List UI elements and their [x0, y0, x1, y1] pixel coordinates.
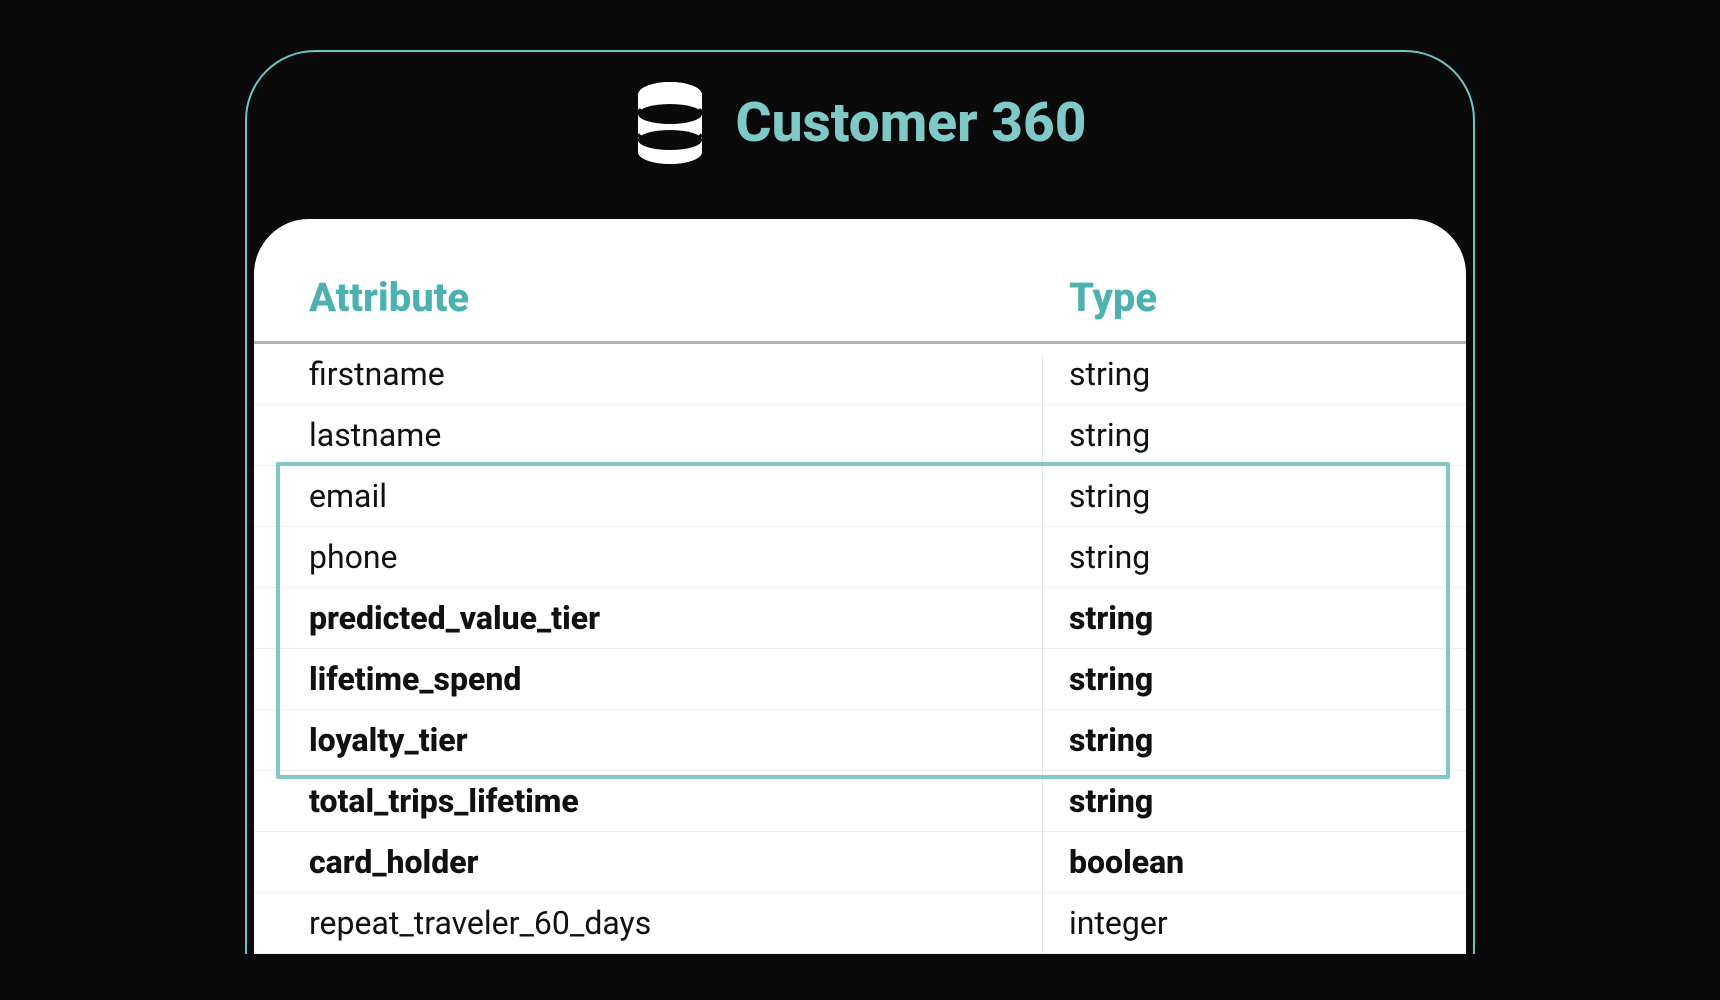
attribute-table-card: Attribute Type firstname string lastname…	[254, 219, 1466, 954]
column-header-attribute: Attribute	[309, 274, 1069, 321]
cell-attribute: card_holder	[309, 843, 1069, 881]
card-header: Customer 360	[247, 82, 1473, 164]
cell-type: string	[1069, 721, 1411, 759]
card-title: Customer 360	[736, 91, 1087, 155]
table-row: phone string	[254, 527, 1466, 588]
cell-attribute: lifetime_spend	[309, 660, 1069, 698]
cell-attribute: predicted_value_tier	[309, 599, 1069, 637]
cell-type: string	[1069, 355, 1411, 393]
table-row: lastname string	[254, 405, 1466, 466]
cell-type: string	[1069, 477, 1411, 515]
cell-type: string	[1069, 782, 1411, 820]
cell-type: integer	[1069, 904, 1411, 942]
cell-type: string	[1069, 538, 1411, 576]
cell-type: string	[1069, 660, 1411, 698]
cell-attribute: loyalty_tier	[309, 721, 1069, 759]
table-row: loyalty_tier string	[254, 710, 1466, 771]
cell-attribute: firstname	[309, 355, 1069, 393]
cell-type: string	[1069, 599, 1411, 637]
cell-attribute: phone	[309, 538, 1069, 576]
cell-attribute: lastname	[309, 416, 1069, 454]
customer-360-card: Customer 360 Attribute Type firstname st…	[245, 50, 1475, 954]
cell-attribute: repeat_traveler_60_days	[309, 904, 1069, 942]
table-row: lifetime_spend string	[254, 649, 1466, 710]
table-row: email string	[254, 466, 1466, 527]
database-icon	[634, 82, 706, 164]
table-row: card_holder boolean	[254, 832, 1466, 893]
column-header-type: Type	[1069, 274, 1411, 321]
table-row: total_trips_lifetime string	[254, 771, 1466, 832]
table-row: predicted_value_tier string	[254, 588, 1466, 649]
table-row: firstname string	[254, 344, 1466, 405]
table-header-row: Attribute Type	[254, 274, 1466, 344]
cell-attribute: total_trips_lifetime	[309, 782, 1069, 820]
cell-type: boolean	[1069, 843, 1411, 881]
table-rows: firstname string lastname string email s…	[254, 344, 1466, 954]
cell-type: string	[1069, 416, 1411, 454]
cell-attribute: email	[309, 477, 1069, 515]
table-row: repeat_traveler_60_days integer	[254, 893, 1466, 954]
